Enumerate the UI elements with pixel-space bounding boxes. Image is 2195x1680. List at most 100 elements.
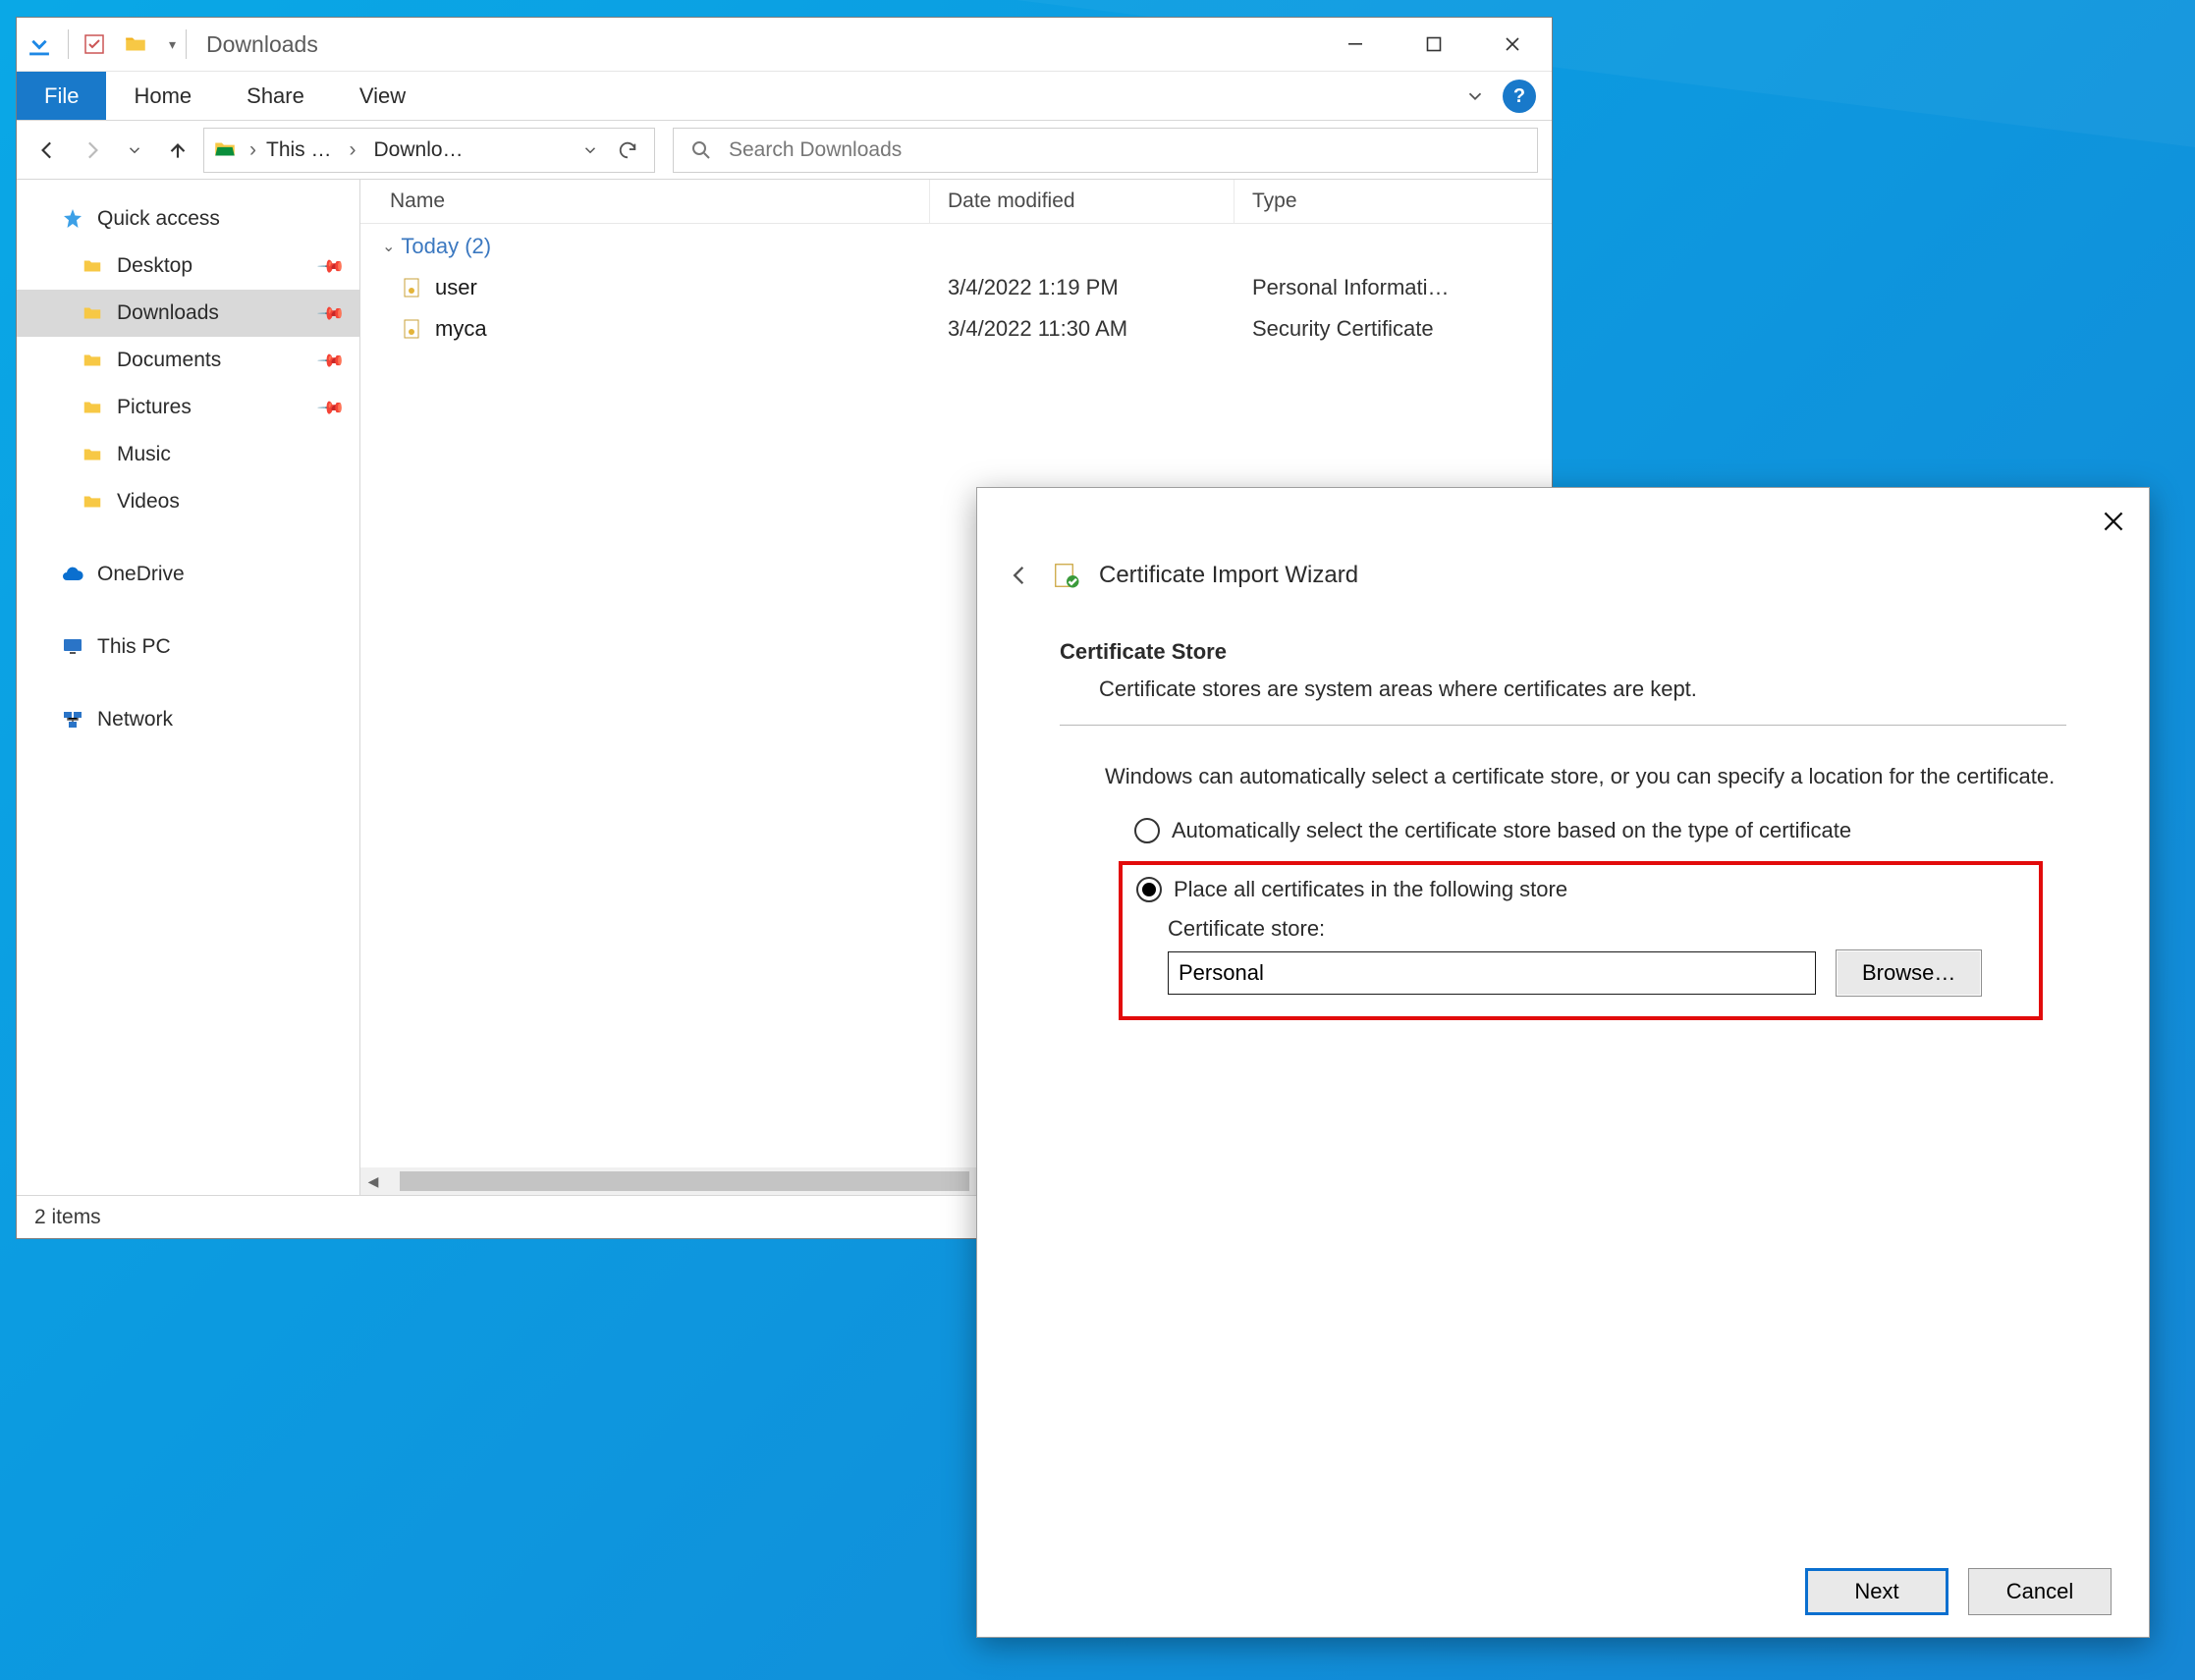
ribbon-tab-home[interactable]: Home (106, 72, 219, 120)
help-button[interactable]: ? (1503, 80, 1536, 113)
certificate-store-input[interactable] (1168, 951, 1816, 995)
properties-check-icon[interactable] (79, 28, 110, 60)
nav-label: Pictures (117, 396, 192, 419)
file-row[interactable]: user 3/4/2022 1:19 PM Personal Informati… (360, 267, 1552, 308)
nav-recent-dropdown[interactable] (117, 133, 152, 168)
address-bar[interactable]: › This … › Downlo… (203, 128, 655, 173)
chevron-right-icon: › (342, 138, 364, 162)
folder-icon (80, 253, 105, 279)
search-icon (689, 138, 713, 162)
nav-toolbar: › This … › Downlo… Search Downloads (17, 121, 1552, 180)
column-type[interactable]: Type (1235, 180, 1552, 223)
ribbon-file-tab[interactable]: File (17, 72, 106, 120)
nav-label: Network (97, 708, 173, 732)
close-button[interactable] (1473, 18, 1552, 71)
folder-icon (212, 136, 240, 164)
radio-icon (1134, 818, 1160, 843)
group-header-today[interactable]: ⌄ Today (2) (360, 224, 1552, 267)
cloud-icon (60, 562, 85, 587)
nav-pictures[interactable]: Pictures 📌 (17, 384, 359, 431)
monitor-icon (60, 634, 85, 660)
certificate-import-wizard: Certificate Import Wizard Certificate St… (976, 487, 2150, 1638)
address-dropdown-icon[interactable] (581, 141, 599, 159)
radio-icon (1136, 877, 1162, 902)
file-date: 3/4/2022 11:30 AM (930, 316, 1235, 342)
wizard-back-button[interactable] (1007, 562, 1034, 589)
navigation-pane: Quick access Desktop 📌 Downloads 📌 Docum… (17, 180, 360, 1195)
group-header-label: Today (2) (401, 234, 491, 259)
nav-up-button[interactable] (160, 133, 195, 168)
certificate-store-label: Certificate store: (1136, 916, 2025, 942)
window-title: Downloads (206, 31, 318, 58)
ribbon-expand-icon[interactable] (1454, 72, 1497, 120)
chevron-right-icon: › (249, 138, 256, 162)
folder-icon (80, 442, 105, 467)
section-title: Certificate Store (1060, 639, 2066, 665)
ribbon-tab-share[interactable]: Share (219, 72, 332, 120)
nav-onedrive[interactable]: OneDrive (17, 551, 359, 598)
radio-auto-select[interactable]: Automatically select the certificate sto… (1134, 818, 2066, 843)
nav-documents[interactable]: Documents 📌 (17, 337, 359, 384)
file-name: myca (435, 316, 487, 342)
radio-place-in-store[interactable]: Place all certificates in the following … (1136, 877, 2025, 902)
qat-dropdown-icon[interactable]: ▾ (169, 36, 176, 53)
file-row[interactable]: myca 3/4/2022 11:30 AM Security Certific… (360, 308, 1552, 350)
nav-label: Videos (117, 490, 180, 514)
certificate-wizard-icon (1052, 561, 1081, 590)
nav-label: Music (117, 443, 171, 466)
next-button[interactable]: Next (1805, 1568, 1948, 1615)
nav-label: Desktop (117, 254, 192, 278)
wizard-paragraph: Windows can automatically select a certi… (1060, 761, 2066, 792)
folder-icon (80, 395, 105, 420)
nav-music[interactable]: Music (17, 431, 359, 478)
refresh-button[interactable] (609, 139, 646, 161)
pin-icon: 📌 (315, 298, 346, 329)
ribbon-tab-view[interactable]: View (332, 72, 433, 120)
scrollbar-thumb[interactable] (400, 1171, 969, 1191)
column-date[interactable]: Date modified (930, 180, 1235, 223)
nav-label: Downloads (117, 301, 219, 325)
search-box[interactable]: Search Downloads (673, 128, 1538, 173)
radio-label: Automatically select the certificate sto… (1172, 818, 1851, 843)
browse-button[interactable]: Browse… (1836, 949, 1982, 997)
nav-back-button[interactable] (30, 133, 66, 168)
breadcrumb-segment[interactable]: Downlo… (374, 138, 464, 162)
maximize-button[interactable] (1395, 18, 1473, 71)
pin-icon: 📌 (315, 346, 346, 376)
highlight-region: Place all certificates in the following … (1119, 861, 2043, 1020)
folder-icon (80, 489, 105, 515)
nav-desktop[interactable]: Desktop 📌 (17, 243, 359, 290)
folder-icon (80, 300, 105, 326)
nav-downloads[interactable]: Downloads 📌 (17, 290, 359, 337)
column-headers: Name Date modified Type (360, 180, 1552, 224)
nav-this-pc[interactable]: This PC (17, 623, 359, 671)
ribbon: File Home Share View ? (17, 72, 1552, 121)
nav-label: OneDrive (97, 563, 185, 586)
search-placeholder: Search Downloads (729, 138, 902, 162)
nav-videos[interactable]: Videos (17, 478, 359, 525)
certificate-file-icon (400, 275, 425, 300)
column-name[interactable]: Name (360, 180, 930, 223)
wizard-title: Certificate Import Wizard (1099, 562, 1358, 589)
wizard-footer: Next Cancel (977, 1546, 2149, 1637)
nav-quick-access[interactable]: Quick access (17, 195, 359, 243)
file-type: Personal Informati… (1235, 275, 1552, 300)
wizard-close-button[interactable] (2094, 502, 2133, 541)
file-name: user (435, 275, 477, 300)
minimize-button[interactable] (1316, 18, 1395, 71)
download-arrow-icon (21, 26, 58, 63)
breadcrumb-segment[interactable]: This … (266, 138, 332, 162)
cancel-button[interactable]: Cancel (1968, 1568, 2112, 1615)
status-item-count: 2 items (34, 1206, 101, 1229)
nav-label: Documents (117, 349, 221, 372)
scroll-left-icon[interactable]: ◀ (360, 1173, 386, 1190)
pin-icon: 📌 (315, 251, 346, 282)
folder-icon (80, 348, 105, 373)
file-type: Security Certificate (1235, 316, 1552, 342)
folder-icon[interactable] (120, 28, 151, 60)
nav-network[interactable]: Network (17, 696, 359, 743)
certificate-file-icon (400, 316, 425, 342)
nav-forward-button[interactable] (74, 133, 109, 168)
pin-icon: 📌 (315, 393, 346, 423)
radio-label: Place all certificates in the following … (1174, 877, 1567, 902)
